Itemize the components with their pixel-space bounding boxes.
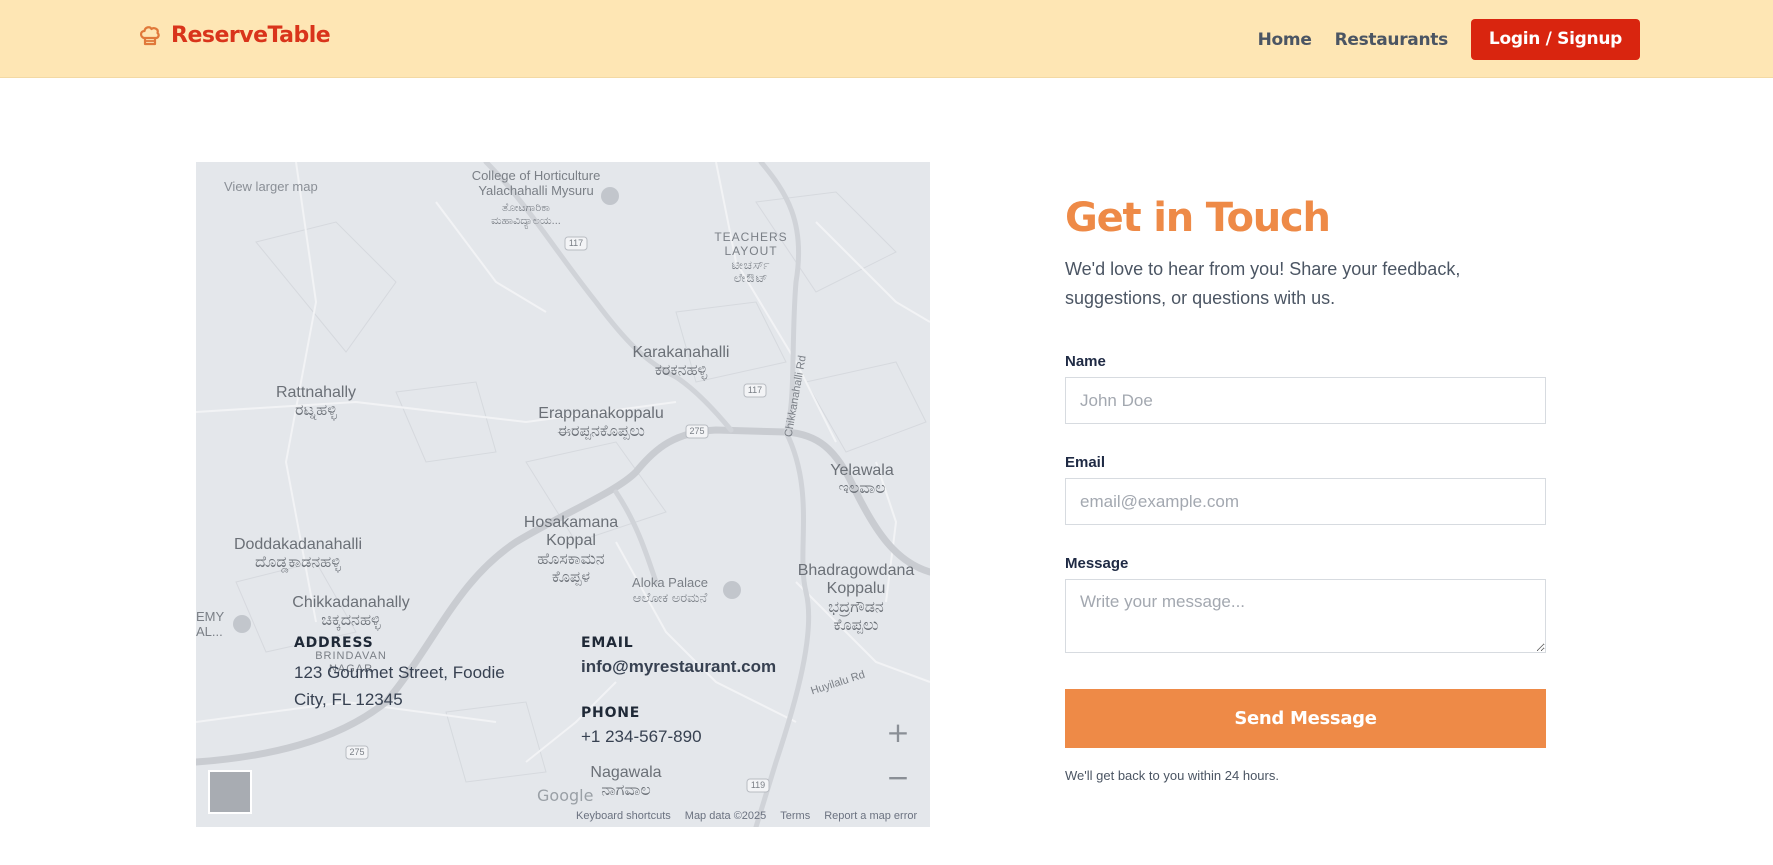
message-field-group: Message xyxy=(1065,555,1546,658)
email-input[interactable] xyxy=(1065,478,1546,525)
email-label: Email xyxy=(1065,454,1106,471)
google-logo: Google xyxy=(537,786,594,805)
report-map-error-link[interactable]: Report a map error xyxy=(824,810,917,822)
zoom-in-button[interactable]: + xyxy=(878,710,918,755)
map-attribution: Keyboard shortcuts Map data ©2025 Terms … xyxy=(576,810,917,822)
map-place-label: Doddakadanahalli ದೊಡ್ಡಕಾಡನಹಳ್ಳಿ xyxy=(233,536,363,572)
zoom-out-button[interactable]: − xyxy=(878,755,918,800)
map-place-label: Erappanakoppalu ಈರಪ್ಪನಕೊಪ್ಪಲು xyxy=(538,405,664,441)
map-place-label: EMY AL... xyxy=(196,609,225,639)
phone-value: +1 234-567-890 xyxy=(581,727,702,746)
brand-name: ReserveTable xyxy=(171,22,331,48)
phone-block: PHONE +1 234-567-890 xyxy=(581,705,811,750)
email-field-group: Email xyxy=(1065,454,1546,525)
send-message-button[interactable]: Send Message xyxy=(1065,689,1546,748)
nav-restaurants-link[interactable]: Restaurants xyxy=(1335,30,1449,50)
map-place-label: Chikkadanahally ಚಿಕ್ಕದನಹಳ್ಳಿ xyxy=(292,594,410,630)
map-place-label: Karakanahalli ಕರಕನಹಳ್ಳಿ xyxy=(632,344,730,380)
road-shield-label: 117 xyxy=(747,385,763,395)
keyboard-shortcuts-link[interactable]: Keyboard shortcuts xyxy=(576,810,671,822)
response-time-note: We'll get back to you within 24 hours. xyxy=(1065,768,1279,783)
nav-home-link[interactable]: Home xyxy=(1258,30,1312,50)
map-place-label: College of Horticulture Yalachahalli Mys… xyxy=(471,168,601,198)
terms-link[interactable]: Terms xyxy=(780,810,810,822)
map-place-label: Rattnahally ರಟ್ನಹಳ್ಳಿ xyxy=(275,384,357,420)
map-place-label: TEACHERS LAYOUT ಟೀಚರ್ಸ್ ಲೇಔಟ್ xyxy=(714,230,788,286)
road-shield-label: 275 xyxy=(349,747,365,757)
map-data-text: Map data ©2025 xyxy=(684,810,767,822)
embedded-map[interactable]: 117 117 275 119 275 View larger map Coll… xyxy=(196,162,930,827)
phone-title: PHONE xyxy=(581,705,641,721)
message-label: Message xyxy=(1065,555,1129,572)
name-label: Name xyxy=(1065,353,1106,370)
brand-logo-link[interactable]: ReserveTable xyxy=(137,22,331,48)
email-title: EMAIL xyxy=(581,635,634,651)
map-place-label: ತೋಟಗಾರಿಕಾ ಮಹಾವಿದ್ಯಾಲಯ... xyxy=(491,202,561,227)
road-shield-label: 117 xyxy=(568,238,584,248)
map-zoom-controls: + − xyxy=(878,710,918,800)
message-textarea[interactable] xyxy=(1065,579,1546,653)
address-block: ADDRESS 123 Gourmet Street, Foodie City,… xyxy=(294,635,534,713)
contact-form-section: Get in Touch We'd love to hear from you!… xyxy=(1065,195,1546,783)
name-input[interactable] xyxy=(1065,377,1546,424)
chef-hat-icon xyxy=(137,22,163,48)
email-block: EMAIL info@myrestaurant.com xyxy=(581,635,811,680)
form-title: Get in Touch xyxy=(1065,195,1331,241)
top-navbar: ReserveTable Home Restaurants Login / Si… xyxy=(0,0,1773,78)
view-larger-map-link[interactable]: View larger map xyxy=(224,179,318,194)
map-place-label: Bhadragowdana Koppalu ಭದ್ರಗೌಡನ ಕೊಪ್ಪಲು xyxy=(797,562,915,635)
nav-links: Home Restaurants Login / Signup xyxy=(1258,19,1640,60)
map-place-label: Aloka Palace ಆಲೋಕ ಅರಮನೆ xyxy=(632,575,708,605)
address-value: 123 Gourmet Street, Foodie City, FL 1234… xyxy=(294,663,505,709)
login-signup-button[interactable]: Login / Signup xyxy=(1470,19,1640,60)
address-title: ADDRESS xyxy=(294,635,374,651)
name-field-group: Name xyxy=(1065,353,1546,424)
map-place-label: Yelawala ಇಲವಾಲ xyxy=(830,462,894,498)
satellite-toggle-thumbnail[interactable] xyxy=(208,770,252,814)
road-shield-label: 275 xyxy=(689,426,705,436)
road-shield-label: 119 xyxy=(750,780,766,790)
form-subtitle: We'd love to hear from you! Share your f… xyxy=(1065,259,1461,308)
email-value[interactable]: info@myrestaurant.com xyxy=(581,653,811,680)
